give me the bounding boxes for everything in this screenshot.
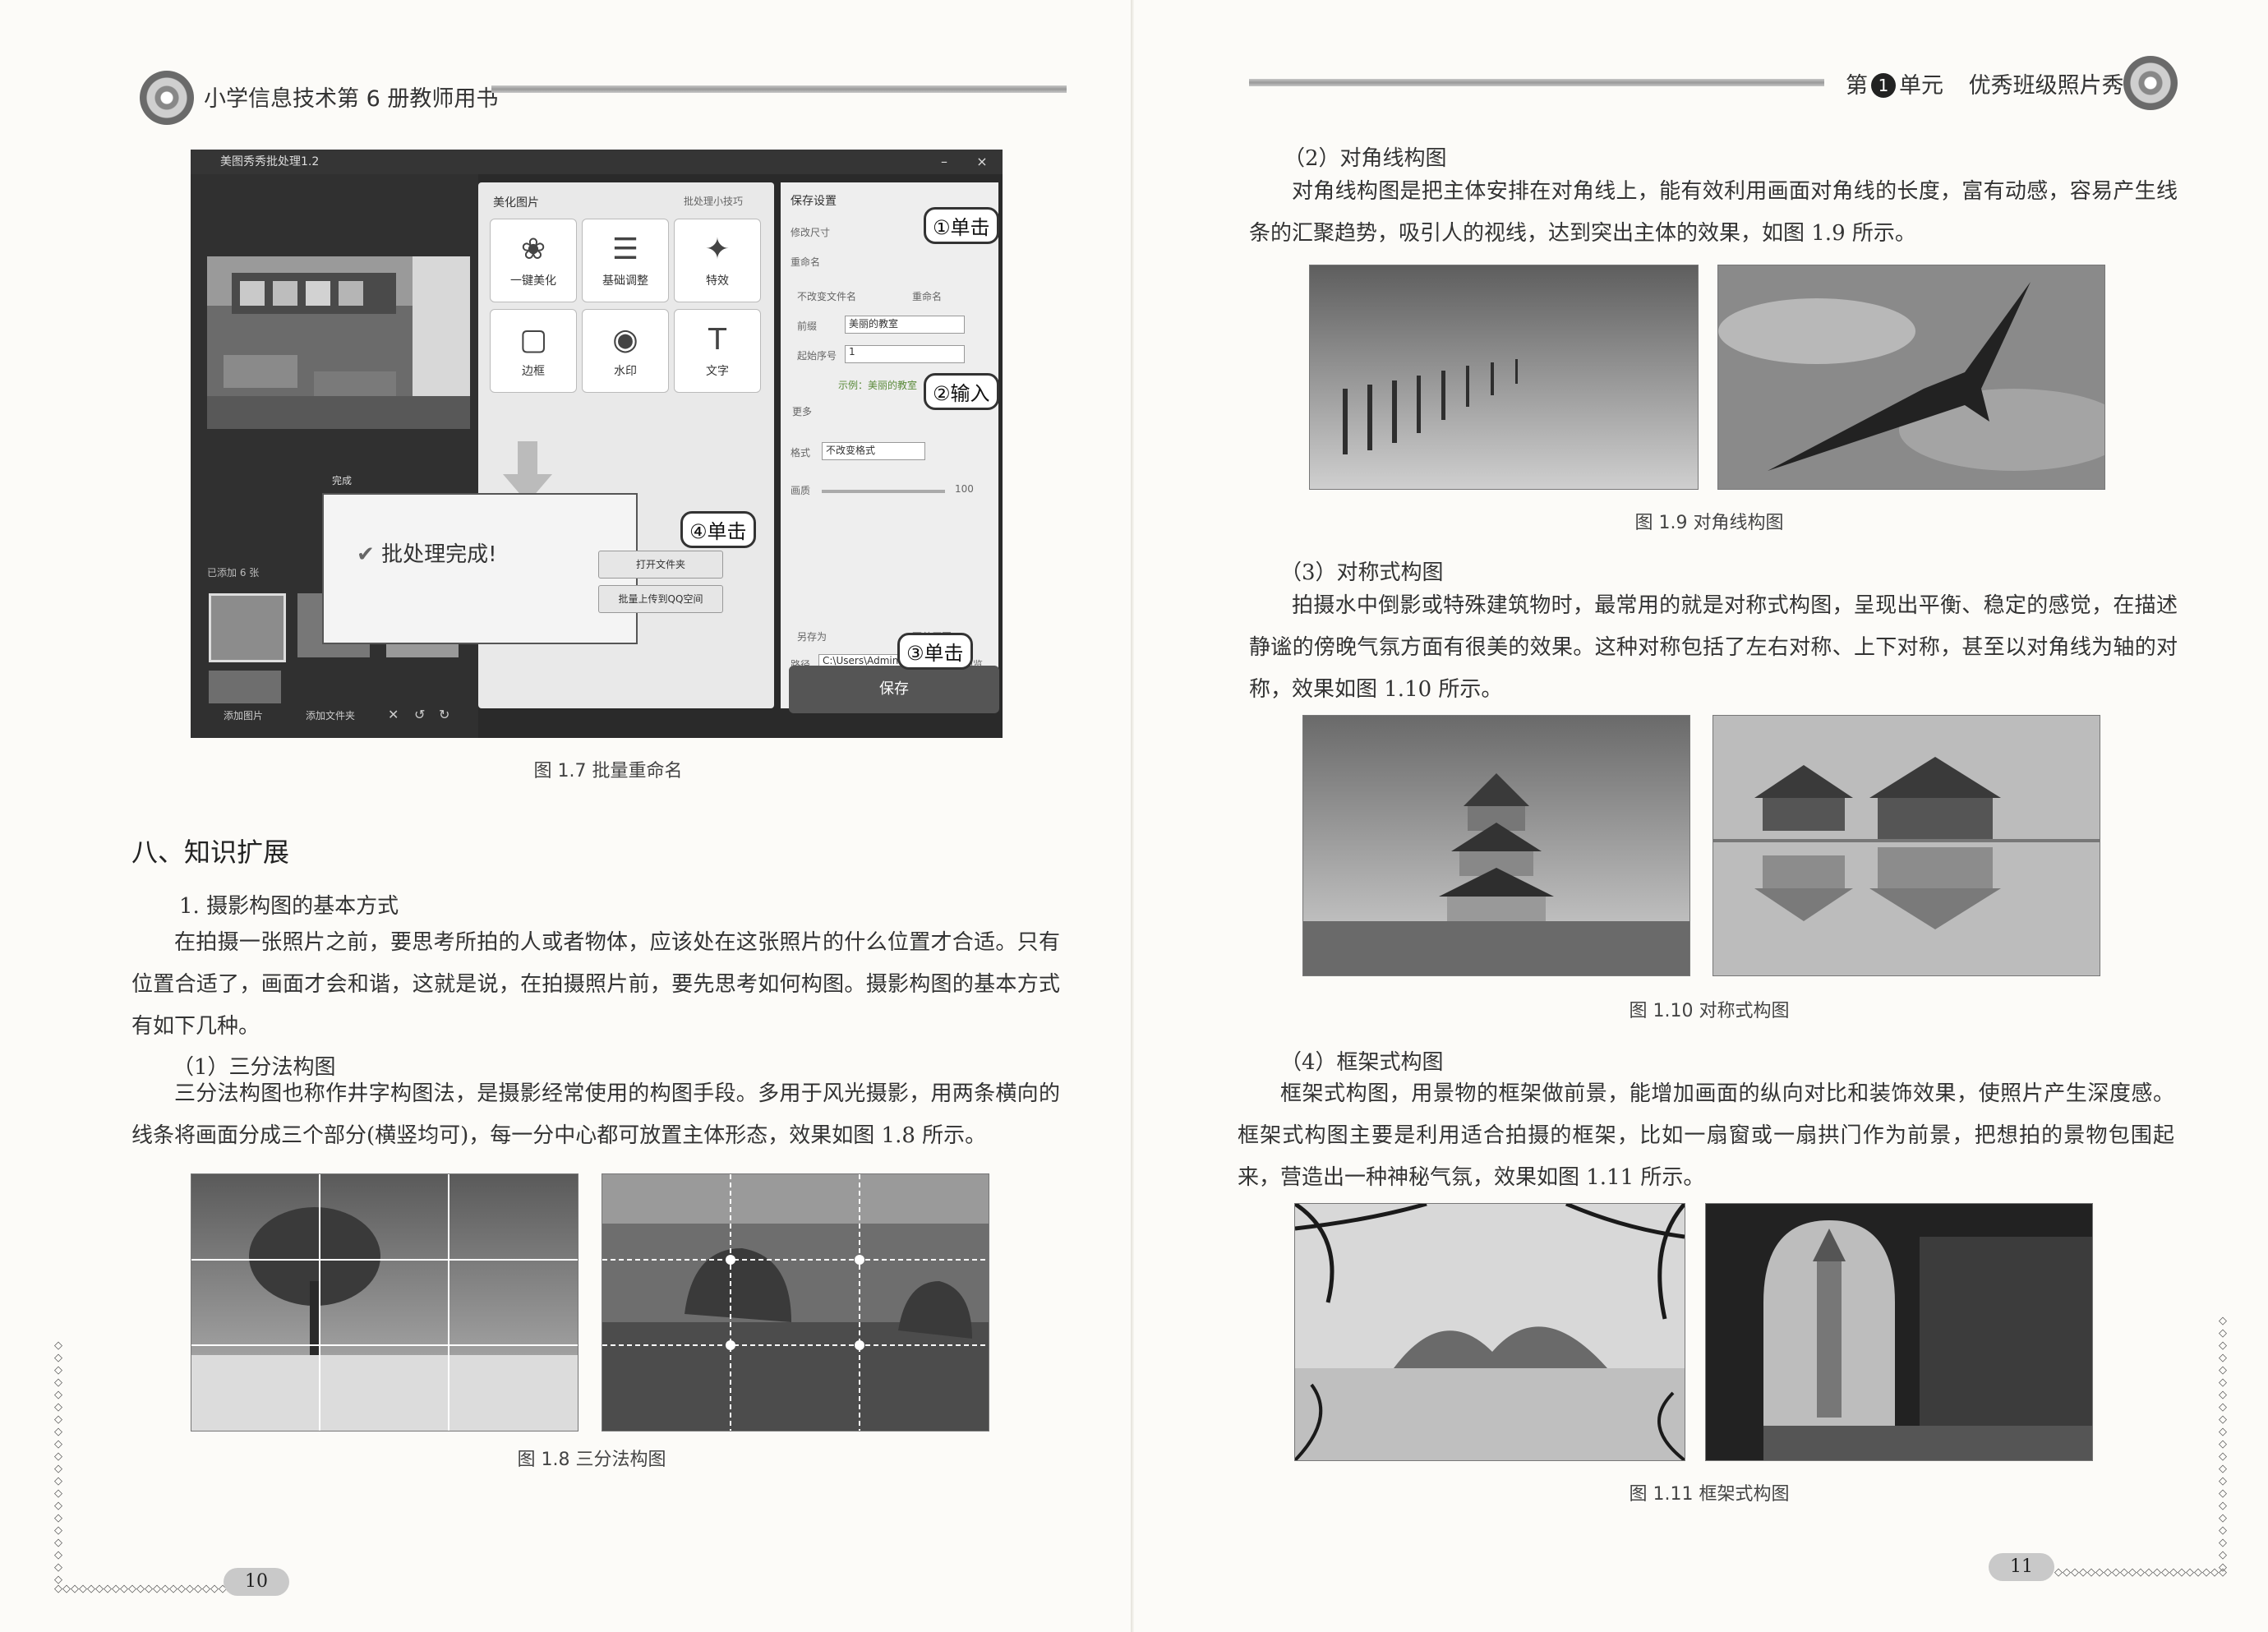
check-icon: ✔ [357, 542, 375, 567]
arch-frame-photo [1705, 1203, 2093, 1461]
beautify-title: 美化图片 [493, 196, 539, 210]
add-folder-button[interactable]: 添加文件夹 [306, 708, 355, 722]
auto-beautify-button[interactable]: ❀ 一键美化 [490, 219, 577, 302]
rotate-left-icon[interactable]: ↺ [414, 707, 425, 722]
cd-disc-icon [140, 71, 194, 125]
dialog-message: ✔ 批处理完成! [357, 542, 497, 567]
complete-dialog: 完成 ✔ 批处理完成! [322, 475, 638, 644]
quality-slider[interactable] [822, 490, 945, 493]
callout-1: ①单击 [924, 207, 999, 244]
item3-title: （3）对称式构图 [1280, 560, 1444, 585]
dialog-title: 完成 [332, 475, 353, 486]
figure-1-7-caption: 图 1.7 批量重命名 [533, 761, 683, 781]
intro-paragraph: 在拍摄一张照片之前，要思考所拍的人或者物体，应该处在这张照片的什么位置才合适。只… [131, 930, 1060, 1039]
minimize-icon[interactable]: – [933, 150, 955, 174]
temple-symmetry-photo [1302, 715, 1690, 976]
tree-thirds-photo [191, 1173, 579, 1431]
flower-icon: ❀ [520, 233, 546, 266]
app-titlebar: 美图秀秀批处理1.2 [191, 150, 1003, 174]
diamond-border-bottom-left: ◇◇◇◇◇◇◇◇◇◇◇◇◇◇◇◇◇◇◇◇◇◇◇◇◇◇ [54, 1583, 235, 1596]
quality-value: 100 [955, 483, 974, 495]
close-icon[interactable]: × [971, 150, 993, 174]
added-images-label: 已添加 6 张 [207, 567, 260, 579]
example-label: 示例：美丽的教室 [838, 380, 918, 391]
left-header-title: 小学信息技术第 6 册教师用书 [204, 86, 499, 112]
diamond-border-right: ◇◇◇◇◇◇◇◇◇◇◇◇◇◇◇◇◇◇◇◇◇ [2219, 1315, 2227, 1574]
right-header-bar [1249, 79, 1824, 86]
right-header: 第 1 单元 优秀班级照片秀 [1846, 73, 2124, 99]
pavilion-reflection-photo [1713, 715, 2100, 976]
rename-option[interactable]: 重命名 [791, 255, 820, 269]
format-select[interactable]: 不改变格式 [822, 442, 925, 460]
text-button[interactable]: T 文字 [674, 309, 761, 393]
left-page: 小学信息技术第 6 册教师用书 美图秀秀批处理1.2 – × 已添加 6 张 清… [0, 0, 1134, 1632]
save-settings-title: 保存设置 [791, 195, 837, 208]
text-t-icon: T [708, 323, 726, 357]
keep-filename-radio[interactable]: 不改变文件名 [797, 289, 856, 303]
classroom-photo [207, 256, 470, 429]
branch-frame-photo [1294, 1203, 1685, 1461]
diamond-border-left: ◇◇◇◇◇◇◇◇◇◇◇◇◇◇◇◇◇◇◇◇ [54, 1339, 62, 1586]
watermark-button[interactable]: ◉ 水印 [582, 309, 669, 393]
tips-link[interactable]: 批处理小技巧 [684, 194, 743, 208]
item4-title: （4）框架式构图 [1280, 1050, 1444, 1075]
add-images-button[interactable]: 添加图片 [224, 708, 263, 722]
figure-1-11-caption: 图 1.11 框架式构图 [1629, 1484, 1790, 1505]
left-header-bar [491, 85, 1067, 93]
image-preview-pane: 已添加 6 张 清空 添加图片 添加文件夹 ✕ ↺ ↻ [191, 174, 478, 738]
prefix-input[interactable]: 美丽的教室 [845, 316, 965, 334]
watermark-icon: ◉ [612, 323, 638, 357]
item2-paragraph: 对角线构图是把主体安排在对角线上，能有效利用画面对角线的长度，富有动感，容易产生… [1249, 179, 2178, 246]
rename-radio[interactable]: 重命名 [912, 289, 942, 303]
cd-disc-icon [2123, 56, 2178, 110]
save-settings-panel: 保存设置 修改尺寸 重命名 不改变文件名 重命名 前缀 美丽的教室 起始序号 1… [781, 182, 998, 708]
delete-icon[interactable]: ✕ [388, 707, 399, 722]
save-as-radio[interactable]: 另存为 [797, 629, 827, 643]
section-title: 八、知识扩展 [131, 837, 290, 868]
more-toggle[interactable]: 更多 [792, 404, 812, 418]
start-number-input[interactable]: 1 [845, 345, 965, 363]
callout-3: ③单击 [897, 633, 973, 670]
thumbnail[interactable] [209, 593, 286, 662]
basic-adjust-button[interactable]: ☰ 基础调整 [582, 219, 669, 302]
rotate-right-icon[interactable]: ↻ [439, 707, 449, 722]
figure-1-9-caption: 图 1.9 对角线构图 [1634, 513, 1784, 533]
square-frame-icon: ▢ [519, 323, 547, 357]
sea-rocks-thirds-photo [602, 1173, 989, 1431]
save-button[interactable]: 保存 [789, 666, 999, 713]
left-page-number: 10 [224, 1568, 289, 1596]
figure-1-8-caption: 图 1.8 三分法构图 [517, 1450, 666, 1470]
right-page: 第 1 单元 优秀班级照片秀 （2）对角线构图 对角线构图是把主体安排在对角线上，能… [1134, 0, 2268, 1632]
sliders-icon: ☰ [611, 233, 639, 266]
frame-button[interactable]: ▢ 边框 [490, 309, 577, 393]
format-label: 格式 [791, 447, 811, 459]
pier-diagonal-photo [1309, 265, 1699, 490]
app-window-title: 美图秀秀批处理1.2 [220, 155, 320, 168]
item1-paragraph: 三分法构图也称作井字构图法，是摄影经常使用的构图手段。多用于风光摄影，用两条横向… [131, 1081, 1060, 1148]
upload-qzone-button[interactable]: 批量上传到QQ空间 [598, 585, 723, 613]
subsection-title: 1. 摄影构图的基本方式 [179, 894, 399, 919]
quality-label: 画质 [791, 485, 811, 496]
eagle-diagonal-photo [1717, 265, 2105, 490]
open-folder-button[interactable]: 打开文件夹 [598, 551, 723, 579]
item4-paragraph: 框架式构图，用景物的框架做前景，能增加画面的纵向对比和装饰效果，使照片产生深度感… [1238, 1081, 2174, 1190]
thumbnail[interactable] [209, 671, 281, 703]
item2-title: （2）对角线构图 [1284, 146, 1447, 171]
right-header-title: 优秀班级照片秀 [1968, 73, 2124, 99]
effects-button[interactable]: ✦ 特效 [674, 219, 761, 302]
diamond-border-bottom-right: ◇◇◇◇◇◇◇◇◇◇◇◇◇◇◇◇◇◇◇◇◇◇◇◇ [2054, 1566, 2227, 1579]
figure-1-10-caption: 图 1.10 对称式构图 [1629, 1001, 1790, 1021]
right-page-number: 11 [1989, 1553, 2054, 1581]
start-number-label: 起始序号 [797, 350, 837, 362]
callout-4: ④单击 [680, 511, 756, 548]
prefix-label: 前缀 [797, 320, 818, 332]
figure-1-7-screenshot: 美图秀秀批处理1.2 – × 已添加 6 张 清空 添加图片 添加文件夹 [191, 150, 1003, 738]
magic-wand-icon: ✦ [704, 233, 731, 266]
item3-paragraph: 拍摄水中倒影或特殊建筑物时，最常用的就是对称式构图，呈现出平衡、稳定的感觉，在描… [1249, 593, 2178, 702]
modify-size-option[interactable]: 修改尺寸 [791, 225, 830, 239]
unit-number: 1 [1871, 73, 1896, 98]
callout-2: ②输入 [924, 373, 999, 410]
